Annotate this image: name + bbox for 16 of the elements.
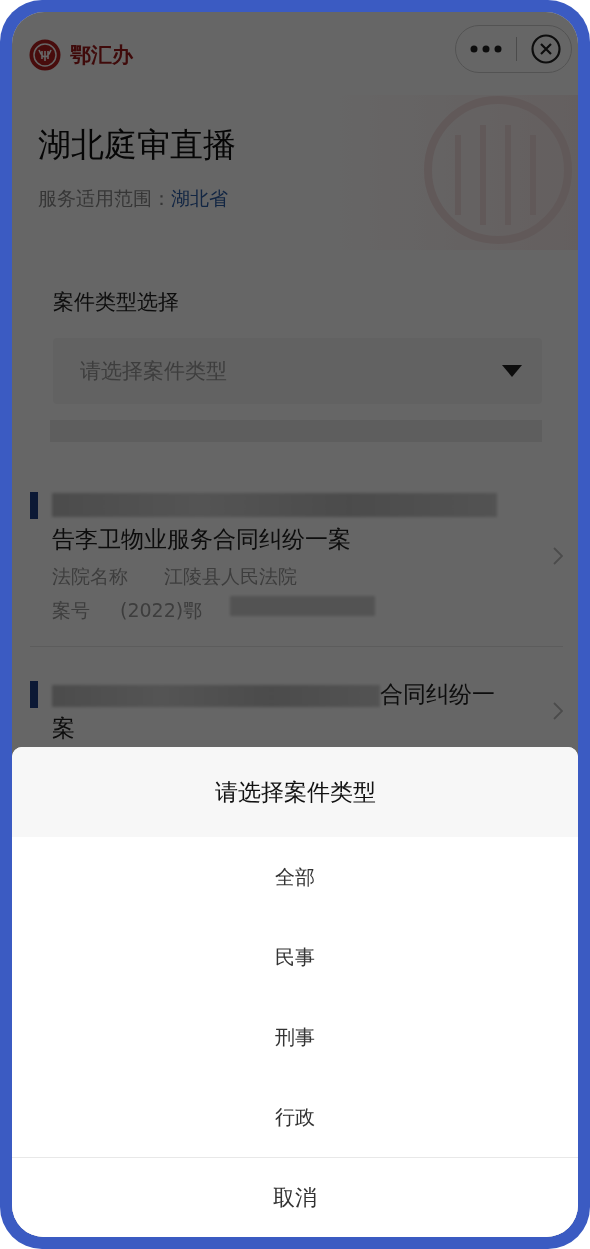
chevron-right-icon [553, 702, 563, 720]
case-title: 合同纠纷一案 [52, 680, 496, 743]
cancel-button[interactable]: 取消 [12, 1157, 578, 1237]
dropdown-caret-icon [502, 365, 522, 377]
more-icon[interactable] [470, 44, 502, 53]
chevron-right-icon [553, 547, 563, 565]
brand-name: 鄂汇办 [70, 40, 133, 69]
sheet-title: 请选择案件类型 [12, 747, 578, 837]
page-title: 湖北庭审直播 [38, 124, 237, 166]
filter-label: 案件类型选择 [53, 289, 180, 316]
case-title: 告李卫物业服务合同纠纷一案 [52, 493, 507, 556]
accent-bar [30, 681, 38, 708]
scope-value: 湖北省 [171, 186, 228, 211]
close-icon[interactable] [531, 33, 561, 64]
accent-bar [30, 492, 38, 519]
emblem-icon [28, 37, 62, 72]
